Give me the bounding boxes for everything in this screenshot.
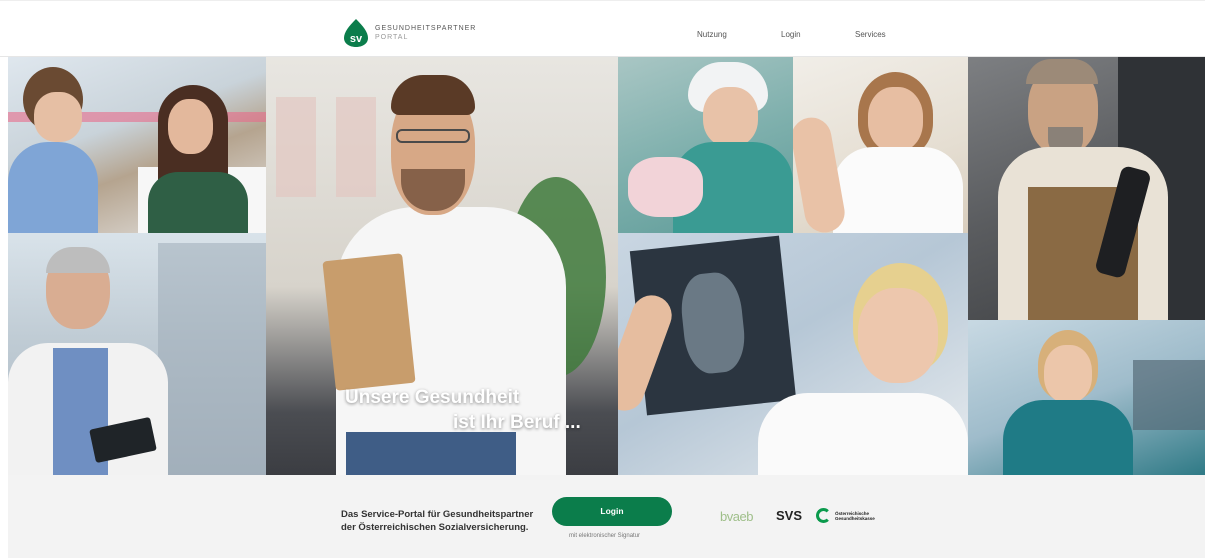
oegk-logo[interactable]: Österreichische Gesundheitskasse xyxy=(816,508,875,523)
footer-bar: Das Service-Portal für Gesundheitspartne… xyxy=(8,475,1205,558)
photo-physiotherapist xyxy=(793,57,968,233)
oegk-line1: Österreichische xyxy=(835,510,870,516)
photo-orthopedic-technician xyxy=(968,57,1205,320)
hero-headline-line1: Unsere Gesundheit xyxy=(345,387,520,408)
oegk-logo-icon xyxy=(816,508,831,523)
photo-senior-doctor xyxy=(8,233,266,475)
tagline-line2: der Österreichischen Sozialversicherung. xyxy=(341,522,529,533)
signature-note: mit elektronischer Signatur xyxy=(569,533,641,539)
photo-child-consultation xyxy=(8,57,266,233)
sv-logo-icon: sv xyxy=(343,18,369,48)
bvaeb-logo[interactable]: bvaeb xyxy=(720,509,753,524)
portal-tagline: Das Service-Portal für Gesundheitspartne… xyxy=(341,508,533,534)
tagline-line1: Das Service-Portal für Gesundheitspartne… xyxy=(341,509,534,520)
nav-services[interactable]: Services xyxy=(855,30,886,39)
nav-nutzung[interactable]: Nutzung xyxy=(697,30,727,39)
portal-logo[interactable]: sv GESUNDHEITSPARTNER PORTAL xyxy=(343,18,476,48)
logo-title: GESUNDHEITSPARTNER xyxy=(375,25,477,32)
photo-nurse-newborn xyxy=(618,57,793,233)
hero-headline-line2: ist Ihr Beruf ... xyxy=(453,412,581,433)
login-button[interactable]: Login xyxy=(552,497,672,526)
nav-login[interactable]: Login xyxy=(781,30,801,39)
photo-xray-technician xyxy=(618,233,968,475)
svs-logo[interactable]: SVS xyxy=(776,508,802,523)
logo-mark-text: sv xyxy=(350,33,363,45)
header: sv GESUNDHEITSPARTNER PORTAL Nutzung Log… xyxy=(0,0,1205,57)
oegk-line2: Gesundheitskasse xyxy=(835,515,875,521)
hero-collage: Unsere Gesundheit ist Ihr Beruf ... xyxy=(8,57,1205,475)
logo-subtitle: PORTAL xyxy=(375,34,409,41)
photo-lab-technician xyxy=(968,320,1205,475)
